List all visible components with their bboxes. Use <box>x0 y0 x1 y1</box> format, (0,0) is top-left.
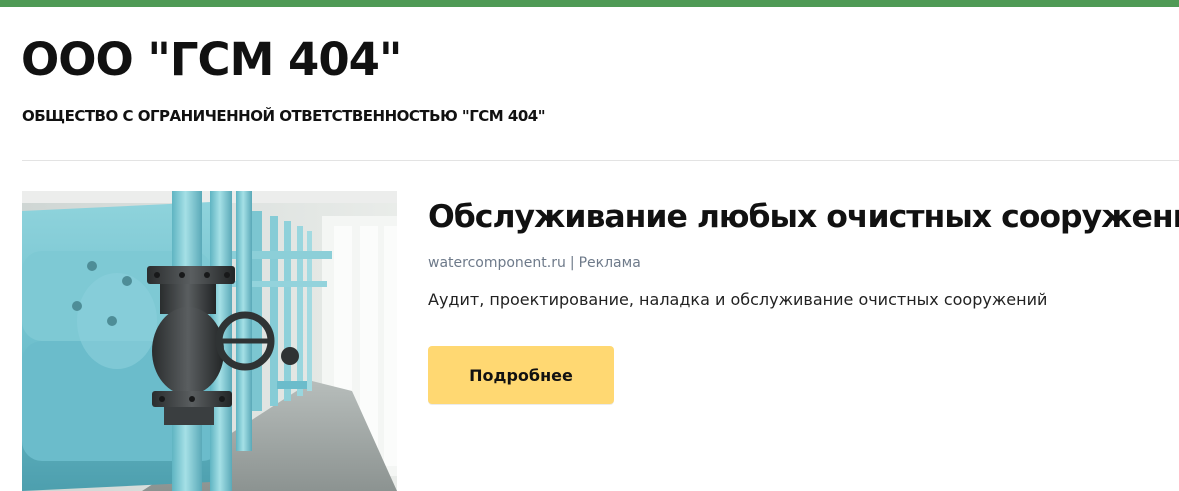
advertisement-block: Обслуживание любых очистных сооружений w… <box>22 191 1179 491</box>
ad-domain-link[interactable]: watercomponent.ru <box>428 255 566 271</box>
ad-label: Реклама <box>578 255 641 271</box>
ad-image[interactable] <box>22 191 397 491</box>
company-title: ООО "ГСМ 404" <box>21 33 402 86</box>
company-full-name: ОБЩЕСТВО С ОГРАНИЧЕННОЙ ОТВЕТСТВЕННОСТЬЮ… <box>22 107 546 125</box>
header-divider <box>22 160 1179 161</box>
ad-description: Аудит, проектирование, наладка и обслужи… <box>428 290 1048 309</box>
ad-meta: watercomponent.ru | Реклама <box>428 253 641 273</box>
top-accent-bar <box>0 0 1179 7</box>
more-details-button[interactable]: Подробнее <box>428 346 614 404</box>
ad-meta-separator: | <box>569 255 575 271</box>
industrial-pipes-photo <box>22 191 397 491</box>
ad-headline-link[interactable]: Обслуживание любых очистных сооружений <box>428 193 1179 241</box>
